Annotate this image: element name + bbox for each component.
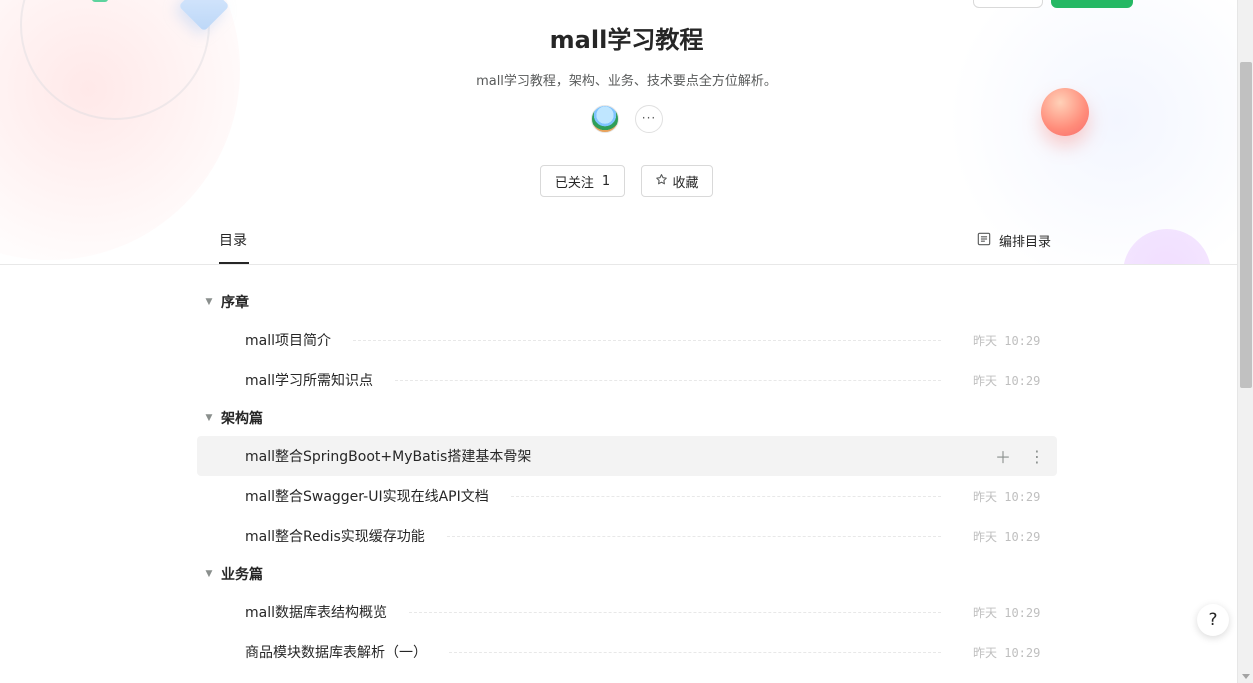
member-avatar[interactable] (591, 105, 619, 133)
book-title: mall学习教程 (549, 26, 704, 54)
follow-button[interactable]: 已关注 1 (540, 165, 625, 197)
toc-item[interactable]: mall整合Redis实现缓存功能 昨天 10:29 (197, 516, 1057, 556)
tab-divider (0, 264, 1237, 265)
book-description: mall学习教程，架构、业务、技术要点全方位解析。 (476, 74, 777, 89)
toc-list: ▼ 序章 mall项目简介 昨天 10:29 mall学习所需知识点 昨天 10… (197, 284, 1057, 672)
toc-group[interactable]: ▼ 业务篇 (197, 556, 1057, 592)
toc-group-title: 业务篇 (221, 567, 263, 583)
edit-toc-label: 编排目录 (999, 235, 1052, 250)
leader-line (353, 339, 941, 341)
favorite-label: 收藏 (672, 175, 699, 191)
toc-group[interactable]: ▼ 架构篇 (197, 400, 1057, 436)
decor-ring (20, 0, 210, 120)
toc-item[interactable]: mall项目简介 昨天 10:29 (197, 320, 1057, 360)
toc-group-title: 序章 (221, 295, 249, 311)
decor-arc (1123, 229, 1211, 264)
tab-toc[interactable]: 目录 (219, 230, 247, 250)
toc-item[interactable]: mall数据库表结构概览 昨天 10:29 (197, 592, 1057, 632)
toc-item-time: 昨天 10:29 (973, 645, 1041, 660)
toc-item-time: 昨天 10:29 (973, 529, 1041, 544)
leader-line (446, 535, 941, 537)
toc-item[interactable]: mall学习所需知识点 昨天 10:29 (197, 360, 1057, 400)
toc-group-title: 架构篇 (221, 411, 263, 427)
toc-item[interactable]: 商品模块数据库表解析（一） 昨天 10:29 (197, 632, 1057, 672)
star-icon (655, 173, 668, 190)
leader-line (510, 495, 941, 497)
toc-item-actions: ＋ ⋮ (995, 444, 1053, 468)
help-button[interactable]: ? (1197, 604, 1229, 636)
follow-label: 已关注 (554, 175, 594, 191)
toc-item-time: 昨天 10:29 (973, 373, 1041, 388)
leader-line (409, 611, 941, 613)
toc-item-time: 昨天 10:29 (973, 605, 1041, 620)
toc-item-label: mall整合Redis实现缓存功能 (245, 529, 425, 545)
header-secondary-button[interactable] (973, 0, 1043, 8)
caret-down-icon[interactable]: ▼ (197, 569, 221, 579)
toc-item-time: 昨天 10:29 (973, 489, 1041, 504)
scrollbar-thumb[interactable] (1240, 62, 1252, 388)
toc-item-label: mall项目简介 (245, 333, 331, 349)
scroll-down-arrow-icon[interactable] (1242, 674, 1250, 679)
toc-item-label: 商品模块数据库表解析（一） (245, 645, 427, 661)
list-icon (977, 232, 991, 250)
toc-item-time: 昨天 10:29 (973, 333, 1041, 348)
header-primary-button[interactable] (1051, 0, 1133, 8)
add-icon[interactable]: ＋ (995, 444, 1011, 468)
more-members-button[interactable]: ··· (635, 105, 663, 133)
toc-group[interactable]: ▼ 序章 (197, 284, 1057, 320)
toc-item-label: mall学习所需知识点 (245, 373, 373, 389)
follow-count: 1 (601, 173, 611, 189)
caret-down-icon[interactable]: ▼ (197, 297, 221, 307)
toc-item[interactable]: mall整合SpringBoot+MyBatis搭建基本骨架 ＋ ⋮ (197, 436, 1057, 476)
favorite-button[interactable]: 收藏 (641, 165, 713, 197)
leader-line (395, 379, 941, 381)
toc-item-label: mall整合Swagger-UI实现在线API文档 (245, 489, 489, 505)
toc-item-label: mall数据库表结构概览 (245, 605, 387, 621)
decor-ball (1041, 88, 1089, 136)
edit-toc-button[interactable]: 编排目录 (977, 231, 1051, 250)
vertical-scrollbar[interactable] (1237, 0, 1253, 683)
toc-item-label: mall整合SpringBoot+MyBatis搭建基本骨架 (245, 449, 532, 465)
caret-down-icon[interactable]: ▼ (197, 413, 221, 423)
leader-line (449, 651, 941, 653)
toc-item[interactable]: mall整合Swagger-UI实现在线API文档 昨天 10:29 (197, 476, 1057, 516)
decor-fan (0, 155, 40, 235)
more-vertical-icon[interactable]: ⋮ (1029, 447, 1045, 466)
decor-chip (92, 0, 108, 2)
